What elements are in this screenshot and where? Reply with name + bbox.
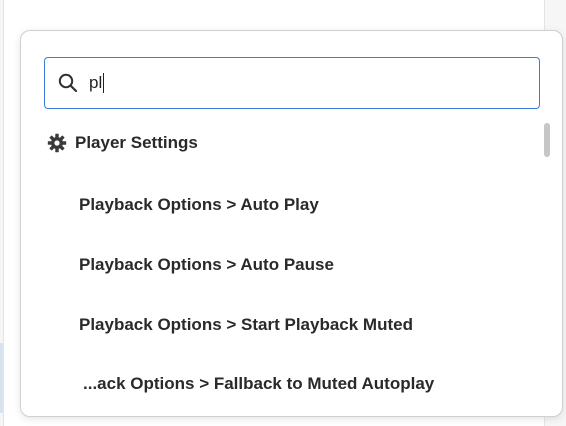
search-input-value: pl — [89, 73, 103, 92]
search-icon — [57, 72, 79, 94]
group-header-player-settings: Player Settings — [47, 133, 198, 153]
result-item-auto-pause[interactable]: Playback Options > Auto Pause — [79, 255, 334, 275]
scrollbar[interactable] — [544, 123, 550, 413]
text-caret — [103, 73, 105, 93]
result-item-fallback-muted-autoplay[interactable]: ...ack Options > Fallback to Muted Autop… — [83, 374, 434, 394]
search-field[interactable]: pl — [44, 57, 540, 109]
scrollbar-thumb[interactable] — [544, 123, 550, 157]
gear-icon — [47, 133, 67, 153]
result-item-auto-play[interactable]: Playback Options > Auto Play — [79, 195, 319, 215]
search-popover: pl Player Settings Playback Options > Au… — [20, 30, 563, 417]
group-header-label: Player Settings — [75, 133, 198, 152]
background-divider — [0, 343, 3, 413]
app-window: pl Player Settings Playback Options > Au… — [0, 0, 566, 426]
search-input[interactable]: pl — [89, 73, 105, 93]
result-item-start-playback-muted[interactable]: Playback Options > Start Playback Muted — [79, 315, 413, 335]
